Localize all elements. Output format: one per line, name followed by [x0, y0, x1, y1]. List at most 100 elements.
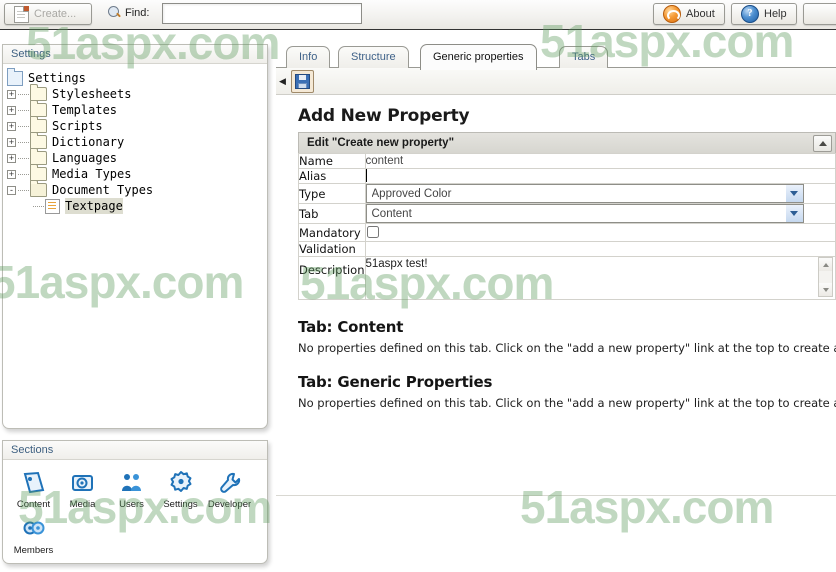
open-folder-icon [30, 180, 47, 197]
find-label: Find: [125, 7, 150, 19]
tree-item-label: Document Types [52, 183, 154, 197]
expander-plus-icon[interactable]: + [7, 169, 16, 179]
section-content[interactable]: Content [9, 468, 58, 510]
field-row-alias: Alias [298, 168, 836, 184]
scroll-down-icon[interactable] [819, 283, 832, 296]
media-icon [58, 468, 107, 498]
tab-label: Generic properties [433, 51, 524, 63]
field-label-name: Name [298, 153, 366, 169]
section-note-content: No properties defined on this tab. Click… [298, 341, 836, 355]
section-developer[interactable]: Developer [205, 468, 254, 510]
tab-info[interactable]: Info [286, 46, 331, 68]
section-media[interactable]: Media [58, 468, 107, 510]
tree-item-document-types[interactable]: - Document Types [7, 180, 267, 198]
wrench-icon [205, 468, 254, 498]
tree-item-languages[interactable]: + Languages [7, 148, 267, 166]
tree-root-node[interactable]: Settings [7, 67, 267, 86]
tree-connector [18, 141, 29, 143]
document-type-icon [45, 198, 60, 214]
section-members[interactable]: Members [9, 514, 58, 556]
expander-plus-icon[interactable]: + [7, 105, 16, 115]
expander-plus-icon[interactable]: + [7, 153, 16, 163]
validation-input[interactable] [364, 241, 836, 257]
tree-connector [18, 173, 29, 175]
tree-connector [33, 205, 44, 207]
help-button-label: Help [764, 8, 787, 20]
field-label-tab: Tab [298, 203, 366, 224]
field-row-tab: Tab Content [298, 203, 836, 224]
field-row-validation: Validation [298, 241, 836, 257]
expander-plus-icon[interactable]: + [7, 137, 16, 147]
tree-connector [18, 109, 29, 111]
collapse-left-icon[interactable]: ◀ [279, 76, 288, 86]
scroll-up-icon[interactable] [819, 258, 832, 271]
members-icon [9, 514, 58, 544]
field-value-name[interactable]: content [364, 153, 836, 169]
tree-connector [18, 93, 29, 95]
help-button[interactable]: ? Help [731, 3, 797, 25]
about-icon [663, 5, 681, 23]
field-label-validation: Validation [298, 241, 366, 257]
text-caret [365, 169, 367, 182]
tab-generic-properties[interactable]: Generic properties [420, 44, 537, 70]
section-label: Content [16, 499, 51, 510]
create-button[interactable]: Create... [4, 3, 92, 25]
folder-icon [30, 100, 47, 117]
settings-tree-panel: Settings Settings + Stylesheets + Templa… [2, 44, 268, 429]
field-row-type: Type Approved Color [298, 183, 836, 204]
tab-label: Tabs [572, 51, 596, 63]
overflow-button[interactable] [803, 3, 836, 25]
description-value: 51aspx test! [365, 258, 428, 270]
section-settings[interactable]: Settings [156, 468, 205, 510]
tab-label: Info [299, 51, 318, 63]
sections-grid: Content Media Users Settings Developer M… [3, 460, 267, 560]
tree-connector [18, 189, 29, 191]
help-icon: ? [741, 5, 759, 23]
tree-item-label: Languages [52, 151, 118, 165]
tree-item-media-types[interactable]: + Media Types [7, 164, 267, 182]
save-button[interactable] [291, 69, 314, 93]
page-icon [14, 5, 29, 23]
field-label-mandatory: Mandatory [298, 223, 366, 242]
about-button-label: About [686, 8, 715, 20]
settings-tree: Settings + Stylesheets + Templates + Scr… [3, 64, 267, 214]
section-label: Media [69, 499, 96, 510]
tree-item-templates[interactable]: + Templates [7, 100, 267, 118]
section-label: Settings [163, 499, 198, 510]
expander-plus-icon[interactable]: + [7, 121, 16, 131]
tab-strip: Info Structure Generic properties Tabs [276, 44, 836, 70]
tree-item-label: Templates [52, 103, 118, 117]
tree-item-label: Stylesheets [52, 87, 132, 101]
section-label: Developer [207, 499, 252, 510]
tree-item-scripts[interactable]: + Scripts [7, 116, 267, 134]
field-row-description: Description 51aspx test! [298, 256, 836, 300]
tree-item-stylesheets[interactable]: + Stylesheets [7, 84, 267, 102]
sections-panel: Sections Content Media Users Settings De… [2, 440, 268, 564]
description-scrollbar[interactable] [818, 257, 833, 297]
property-fields-table: Name content Alias Type Approved Color T… [298, 153, 836, 300]
folder-icon [30, 84, 47, 101]
about-button[interactable]: About [653, 3, 725, 25]
alias-input[interactable] [364, 168, 836, 184]
create-button-label: Create... [34, 8, 77, 20]
tab-tabs[interactable]: Tabs [559, 46, 609, 68]
tree-item-textpage[interactable]: Textpage [7, 198, 267, 214]
section-label: Members [13, 545, 54, 556]
tab-select[interactable]: Content [365, 204, 804, 223]
expander-plus-icon[interactable]: + [7, 89, 16, 99]
type-select-wrap: Approved Color [365, 184, 804, 203]
description-textarea[interactable]: 51aspx test! [366, 257, 836, 299]
type-select[interactable]: Approved Color [365, 184, 804, 203]
tab-label: Structure [351, 51, 396, 63]
tree-item-dictionary[interactable]: + Dictionary [7, 132, 267, 150]
search-input[interactable] [162, 3, 362, 24]
tab-structure[interactable]: Structure [338, 46, 409, 68]
tab-select-wrap: Content [365, 204, 804, 223]
section-users[interactable]: Users [107, 468, 156, 510]
page-title: Add New Property [298, 106, 470, 126]
mandatory-checkbox[interactable] [366, 226, 379, 238]
settings-gear-icon [156, 468, 205, 498]
chevron-up-icon[interactable] [813, 134, 832, 152]
expander-minus-icon[interactable]: - [7, 185, 16, 195]
section-title-generic-properties: Tab: Generic Properties [298, 373, 493, 391]
